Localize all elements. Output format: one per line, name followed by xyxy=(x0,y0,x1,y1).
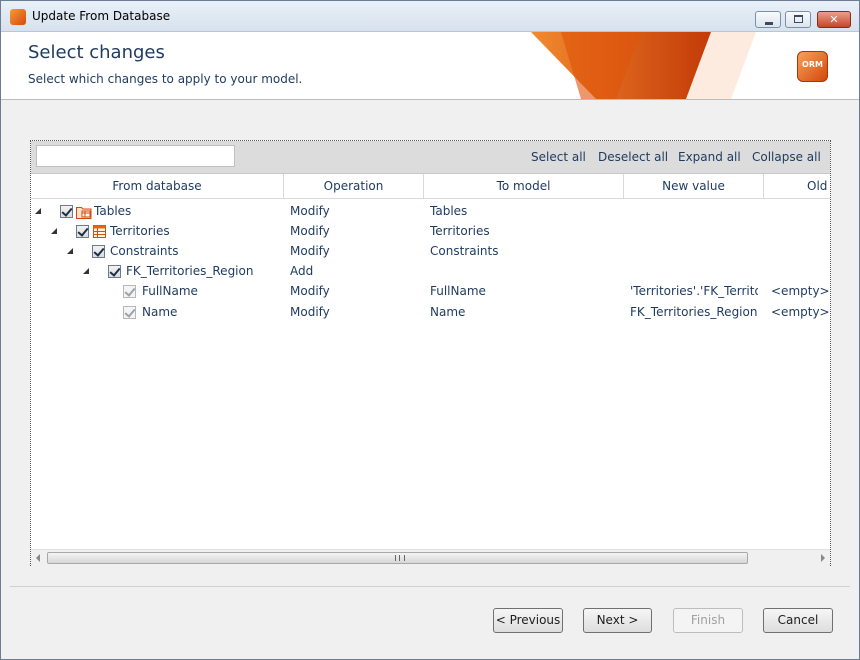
row-name: Territories xyxy=(110,224,170,238)
row-old-value: <empty> xyxy=(771,305,830,319)
deselect-all-button[interactable]: Deselect all xyxy=(598,150,668,164)
cancel-button[interactable]: Cancel xyxy=(763,608,833,633)
row-to-model: Territories xyxy=(430,224,490,238)
tree-row[interactable]: Constraints Modify Constraints xyxy=(31,242,830,262)
row-operation: Modify xyxy=(290,244,330,258)
row-new-value: 'Territories'.'FK_Territorie xyxy=(630,284,758,298)
grid-header: From database Operation To model New val… xyxy=(31,174,830,199)
tree-row[interactable]: Name Modify Name FK_Territories_Region <… xyxy=(31,303,830,323)
window-title: Update From Database xyxy=(32,9,171,23)
wizard-header: Select changes Select which changes to a… xyxy=(1,32,859,100)
row-name: Constraints xyxy=(110,244,179,258)
column-header-old-value[interactable]: Old v xyxy=(764,174,830,198)
row-operation: Modify xyxy=(290,284,330,298)
scroll-right-arrow-icon[interactable] xyxy=(821,554,825,562)
minimize-icon xyxy=(765,22,773,25)
maximize-icon xyxy=(794,15,803,23)
row-checkbox[interactable] xyxy=(92,245,105,258)
row-to-model: Tables xyxy=(430,204,468,218)
search-input[interactable] xyxy=(36,145,235,167)
row-name: FullName xyxy=(142,284,198,298)
grip-icon xyxy=(395,555,405,561)
tree-row[interactable]: Territories Modify Territories xyxy=(31,222,830,242)
column-header-to-model[interactable]: To model xyxy=(424,174,624,198)
tree-row[interactable]: FK_Territories_Region Add xyxy=(31,262,830,282)
scrollbar-thumb[interactable] xyxy=(47,552,748,564)
orm-logo: ORM xyxy=(797,51,828,82)
row-checkbox xyxy=(123,306,136,319)
update-from-database-dialog: Update From Database ✕ Select changes Se… xyxy=(0,0,860,660)
row-checkbox[interactable] xyxy=(76,225,89,238)
maximize-button[interactable] xyxy=(785,11,811,28)
expand-arrow-icon[interactable] xyxy=(35,208,41,214)
changes-toolbar: Select all Deselect all Expand all Colla… xyxy=(31,141,830,174)
scroll-left-arrow-icon[interactable] xyxy=(36,554,40,562)
row-checkbox[interactable] xyxy=(60,205,73,218)
title-bar[interactable]: Update From Database ✕ xyxy=(1,1,859,32)
app-icon xyxy=(10,9,26,25)
next-button[interactable]: Next > xyxy=(583,608,652,633)
expand-arrow-icon[interactable] xyxy=(83,268,89,274)
finish-button[interactable]: Finish xyxy=(673,608,743,633)
tree-row[interactable]: Tables Modify Tables xyxy=(31,202,830,222)
tables-folder-icon xyxy=(76,207,92,219)
close-icon: ✕ xyxy=(829,13,839,26)
previous-button[interactable]: < Previous xyxy=(493,608,563,633)
column-header-from-database[interactable]: From database xyxy=(31,174,284,198)
close-button[interactable]: ✕ xyxy=(817,11,851,28)
expand-arrow-icon[interactable] xyxy=(51,228,57,234)
row-to-model: FullName xyxy=(430,284,486,298)
row-operation: Modify xyxy=(290,224,330,238)
row-old-value: <empty> xyxy=(771,284,830,298)
orm-logo-text: ORM xyxy=(802,60,823,69)
horizontal-scrollbar[interactable] xyxy=(31,549,830,566)
row-operation: Add xyxy=(290,264,314,278)
row-operation: Modify xyxy=(290,305,330,319)
footer-separator xyxy=(10,586,850,587)
column-header-operation[interactable]: Operation xyxy=(284,174,424,198)
row-name: Name xyxy=(142,305,178,319)
expand-all-button[interactable]: Expand all xyxy=(678,150,741,164)
changes-tree: Tables Modify Tables Territories Modify … xyxy=(31,199,830,549)
minimize-button[interactable] xyxy=(755,11,781,28)
select-all-button[interactable]: Select all xyxy=(531,150,586,164)
row-operation: Modify xyxy=(290,204,330,218)
page-title: Select changes xyxy=(28,42,165,63)
collapse-all-button[interactable]: Collapse all xyxy=(752,150,821,164)
page-subtitle: Select which changes to apply to your mo… xyxy=(28,72,303,86)
column-header-new-value[interactable]: New value xyxy=(624,174,764,198)
row-to-model: Constraints xyxy=(430,244,499,258)
row-to-model: Name xyxy=(430,305,466,319)
changes-panel: Select all Deselect all Expand all Colla… xyxy=(30,140,831,566)
row-name: FK_Territories_Region xyxy=(126,264,254,278)
row-name: Tables xyxy=(94,204,132,218)
row-new-value: FK_Territories_Region xyxy=(630,305,758,319)
row-checkbox xyxy=(123,285,136,298)
expand-arrow-icon[interactable] xyxy=(67,248,73,254)
tree-row[interactable]: FullName Modify FullName 'Territories'.'… xyxy=(31,282,830,302)
table-icon xyxy=(93,225,106,238)
row-checkbox[interactable] xyxy=(108,265,121,278)
